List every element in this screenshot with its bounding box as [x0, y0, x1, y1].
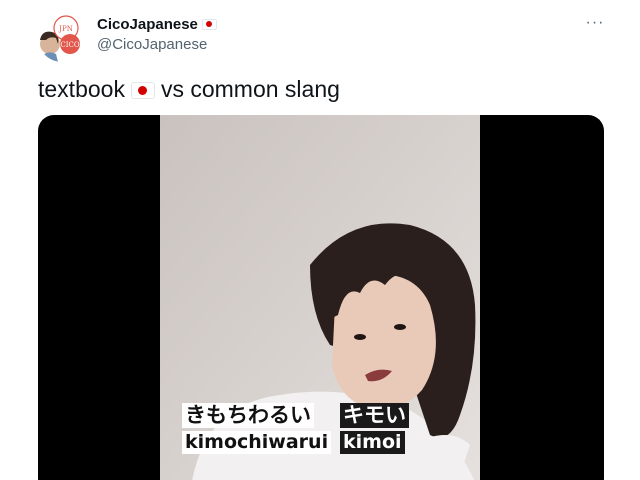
author-handle[interactable]: @CicoJapanese [97, 36, 217, 53]
display-name[interactable]: CicoJapanese [97, 16, 198, 33]
author-names: CicoJapanese @CicoJapanese [97, 14, 217, 53]
subtitle-textbook-kana: きもちわるい [182, 403, 314, 428]
tweet-text-after: vs common slang [160, 76, 340, 102]
japan-flag-icon [130, 82, 155, 99]
avatar-logo-bottom: CICO [60, 41, 79, 49]
subtitle-slang-romaji: kimoi [340, 431, 405, 454]
display-name-row[interactable]: CicoJapanese [97, 14, 217, 34]
avatar-logo-top: JPN [58, 25, 73, 33]
tweet-text: textbook vs common slang [38, 76, 340, 103]
more-options-icon[interactable]: ··· [583, 14, 607, 34]
japan-flag-icon [201, 18, 217, 30]
tweet-text-before: textbook [38, 76, 125, 102]
video-frame: きもちわるい kimochiwarui キモい kimoi [160, 115, 480, 480]
subtitle-textbook-romaji: kimochiwarui [182, 431, 332, 454]
tweet: JPN CICO CicoJapanese @CicoJapanese ··· … [0, 0, 640, 480]
video-player[interactable]: きもちわるい kimochiwarui キモい kimoi [38, 115, 604, 480]
avatar[interactable]: JPN CICO [38, 14, 86, 62]
subtitle-slang-kana: キモい [340, 403, 409, 428]
